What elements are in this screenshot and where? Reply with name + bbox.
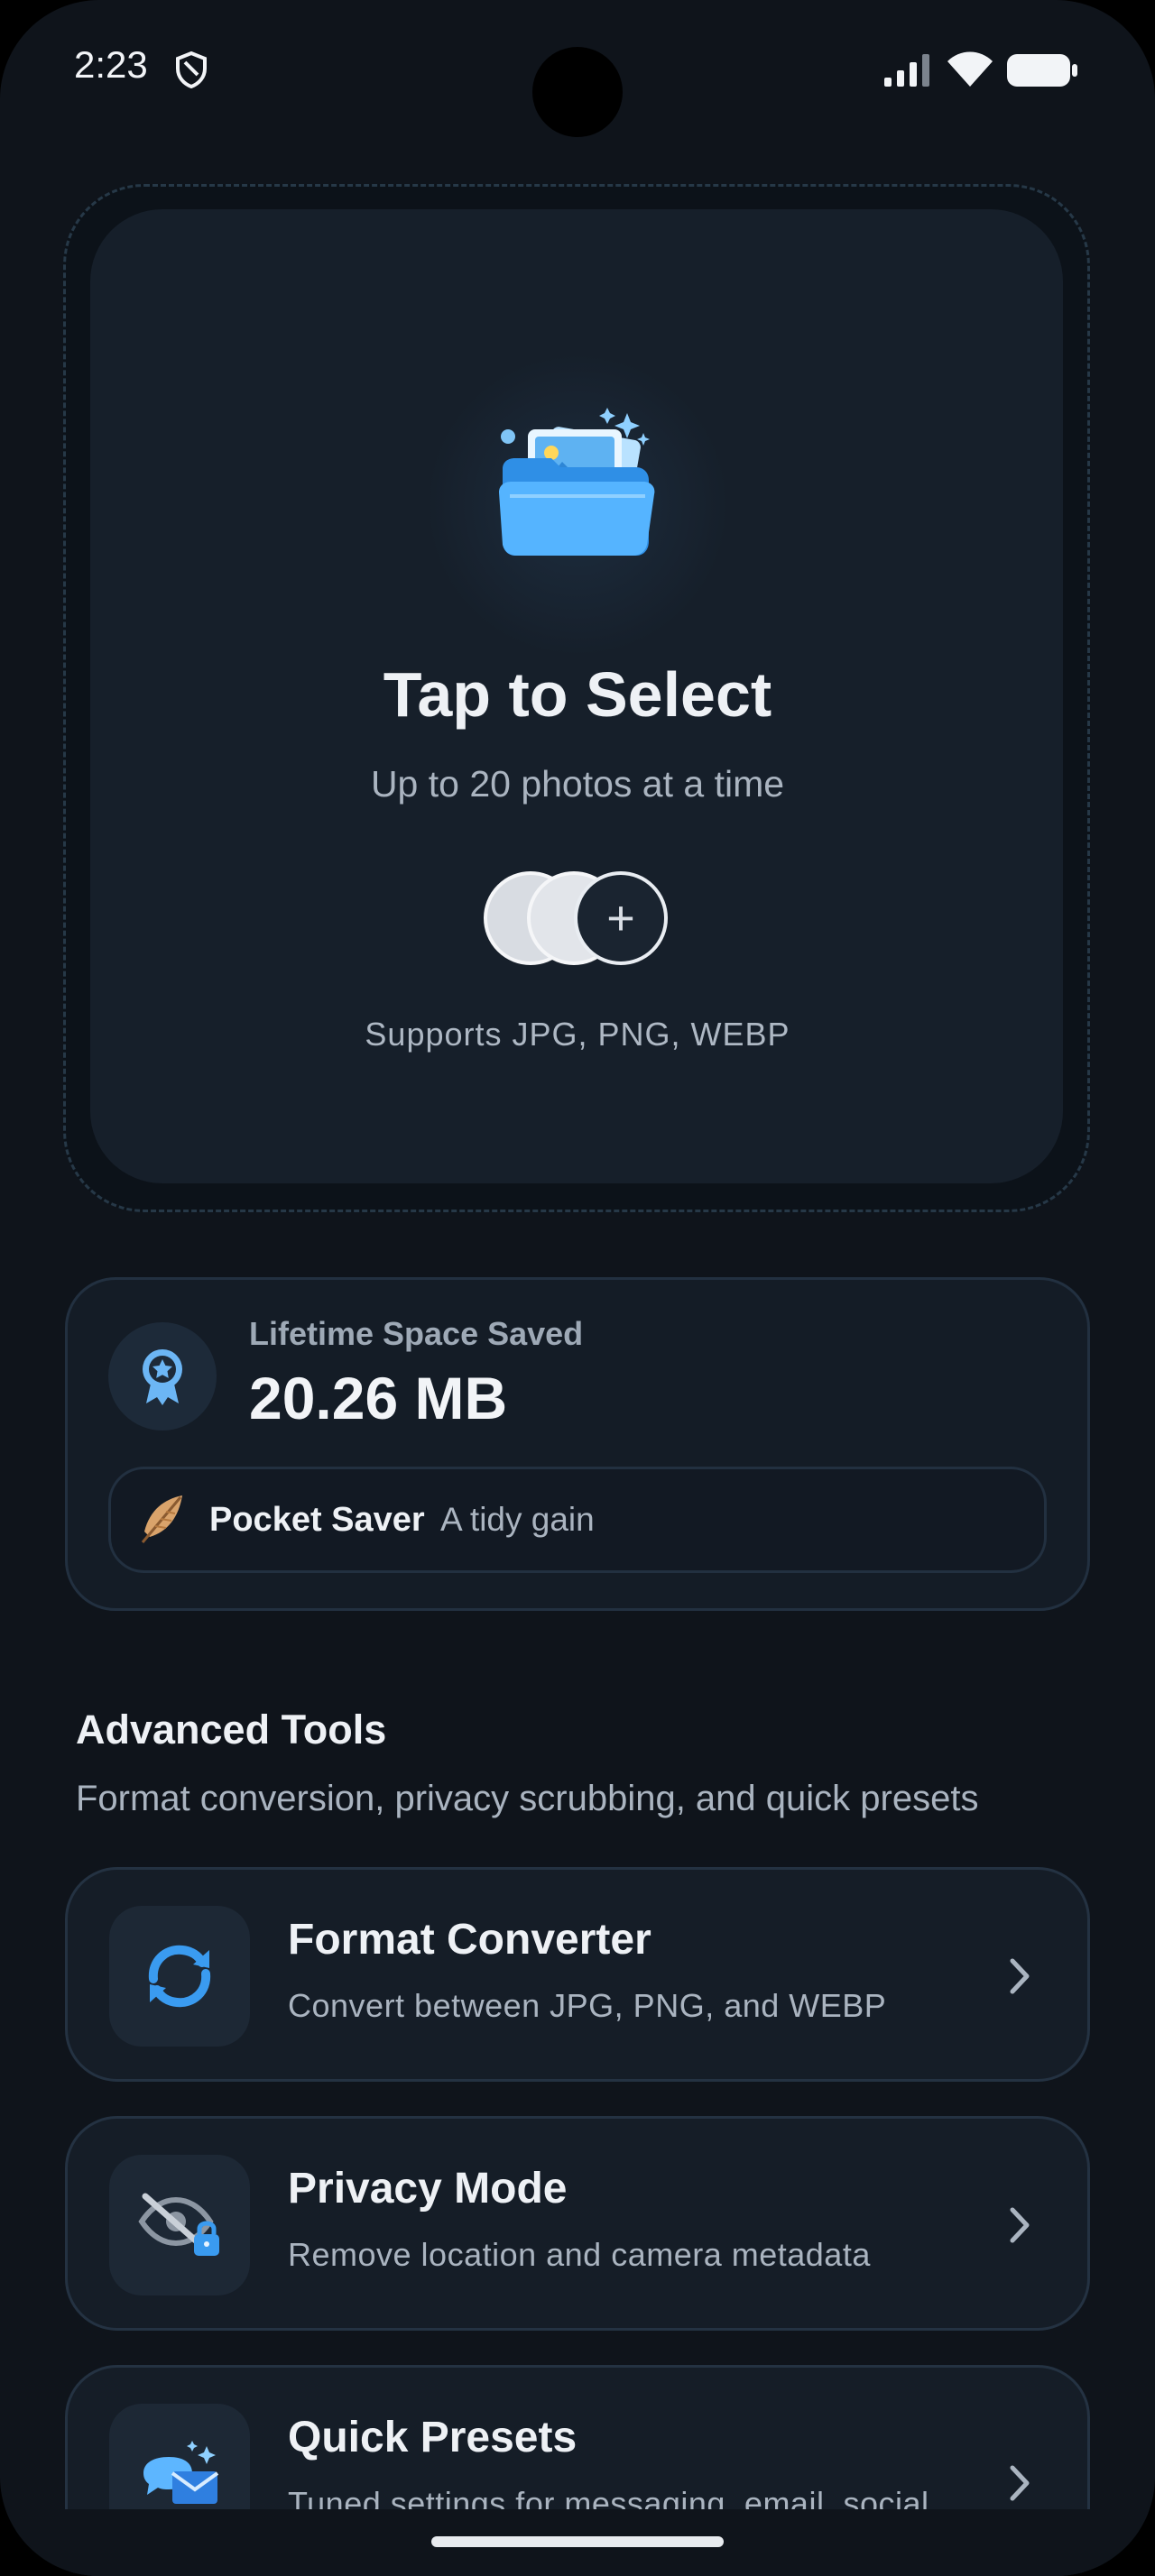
- tool-description: Convert between JPG, PNG, and WEBP: [288, 1987, 887, 2024]
- battery-icon: [1007, 54, 1077, 87]
- feather-icon: [141, 1495, 182, 1543]
- savings-label: Lifetime Space Saved: [249, 1315, 584, 1352]
- hidden-eye-lock-icon: [138, 2193, 219, 2256]
- tool-title: Format Converter: [288, 1916, 651, 1964]
- chevron-right-icon: [1010, 2207, 1030, 2243]
- refresh-arrows-icon: [148, 1945, 211, 2008]
- app-screen: 2:23 Tap to Select Up to 20 photos at a …: [0, 0, 1155, 2576]
- status-time: 2:23: [74, 43, 148, 86]
- rank-description: A tidy gain: [440, 1501, 595, 1538]
- tool-icon-box: [109, 1906, 250, 2047]
- chat-mail-icon: [143, 2441, 219, 2504]
- add-photo-button[interactable]: +: [574, 871, 668, 965]
- tool-title: Privacy Mode: [288, 2165, 568, 2213]
- award-badge: [108, 1322, 217, 1431]
- tool-card-format-converter[interactable]: Format Converter Convert between JPG, PN…: [65, 1867, 1090, 2082]
- add-photos-stack[interactable]: +: [484, 871, 673, 972]
- award-ribbon-icon: [143, 1349, 182, 1405]
- rank-name: Pocket Saver: [209, 1501, 425, 1539]
- picker-subtitle: Up to 20 photos at a time: [370, 763, 785, 805]
- tool-card-privacy-mode[interactable]: Privacy Mode Remove location and camera …: [65, 2116, 1090, 2331]
- tool-title: Quick Presets: [288, 2414, 578, 2461]
- supported-formats: Supports JPG, PNG, WEBP: [365, 1016, 790, 1053]
- home-indicator[interactable]: [431, 2536, 724, 2547]
- wifi-icon: [947, 51, 993, 87]
- savings-value: 20.26 MB: [249, 1365, 508, 1431]
- front-camera: [532, 47, 623, 137]
- tool-description: Remove location and camera metadata: [288, 2236, 871, 2273]
- advanced-tools-heading: Advanced Tools: [76, 1707, 387, 1753]
- shield-icon: [176, 51, 207, 88]
- status-bar: 2:23: [0, 0, 1155, 137]
- picker-title: Tap to Select: [383, 659, 772, 730]
- cellular-signal-icon: [884, 54, 929, 87]
- advanced-tools-subtitle: Format conversion, privacy scrubbing, an…: [76, 1779, 979, 1818]
- chevron-right-icon: [1010, 2465, 1030, 2501]
- tool-icon-box: [109, 2155, 250, 2295]
- chevron-right-icon: [1010, 1958, 1030, 1994]
- photo-folder-icon: [499, 408, 655, 556]
